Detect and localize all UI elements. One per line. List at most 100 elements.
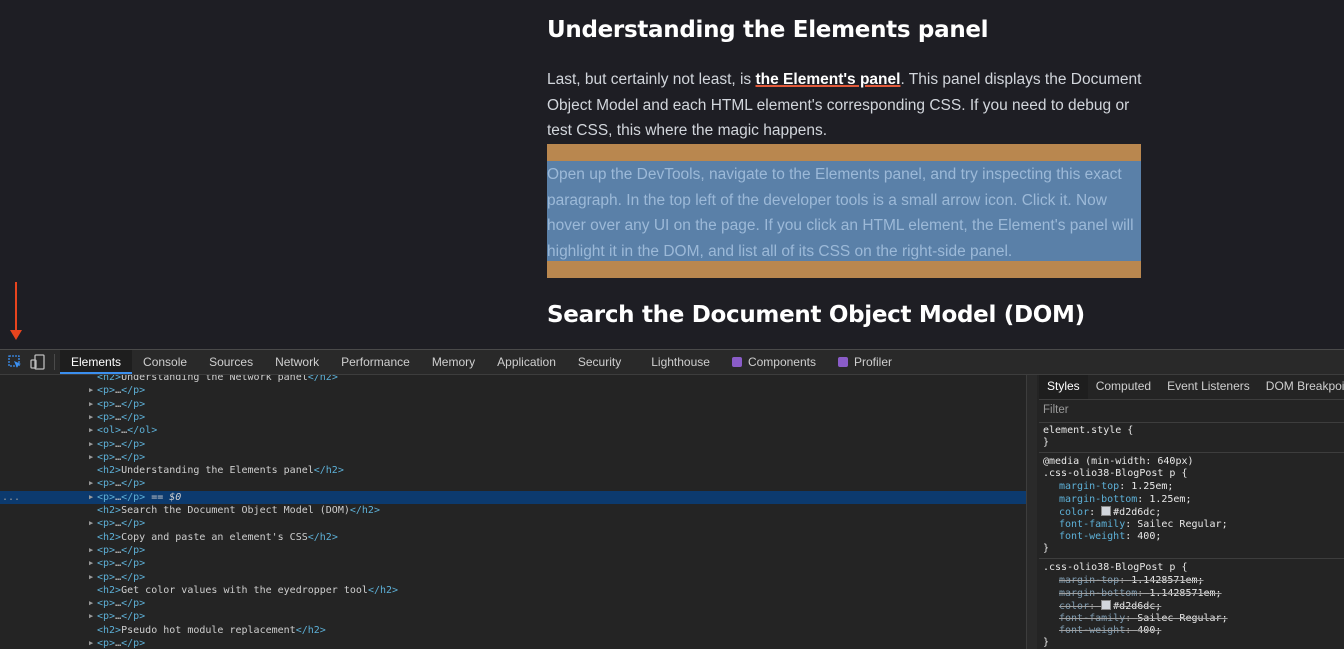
css-declaration[interactable]: font-weight: 400; <box>1043 625 1161 638</box>
dom-node-row[interactable]: ▶ <p>…</p> <box>0 411 1026 424</box>
selected-marker: $0 <box>169 491 182 503</box>
expand-triangle-icon[interactable]: ▶ <box>89 571 93 584</box>
dom-node-row[interactable]: ▶ <p>…</p> <box>0 637 1026 649</box>
dom-node-row[interactable]: ▶ <p>…</p> <box>0 597 1026 610</box>
css-declaration[interactable]: font-family: Sailec Regular; <box>1043 613 1228 626</box>
tab-computed[interactable]: Computed <box>1088 375 1159 399</box>
expand-triangle-icon[interactable]: ▶ <box>89 398 93 411</box>
tab-memory[interactable]: Memory <box>421 350 486 374</box>
device-toolbar-icon[interactable] <box>29 353 47 371</box>
dom-node-row[interactable]: ▶ <p>…</p> <box>0 477 1026 490</box>
tab-application[interactable]: Application <box>486 350 567 374</box>
css-declaration[interactable]: margin-bottom: 1.25em; <box>1043 494 1191 507</box>
tab-network[interactable]: Network <box>264 350 330 374</box>
tab-console[interactable]: Console <box>132 350 198 374</box>
close-tag: </h2> <box>349 505 380 516</box>
css-declaration[interactable]: margin-bottom: 1.1428571em; <box>1043 588 1222 601</box>
css-declaration[interactable]: color: #d2d6dc; <box>1043 600 1161 614</box>
expand-triangle-icon[interactable]: ▶ <box>89 597 93 610</box>
open-tag: <h2> <box>97 465 122 477</box>
tab-security[interactable]: Security <box>567 350 632 374</box>
dom-node-code: <h2>Understanding the Elements panel</h2… <box>97 464 344 477</box>
css-value: Sailec Regular; <box>1137 612 1228 624</box>
paragraph-intro: Last, but certainly not least, is the El… <box>547 67 1143 144</box>
dom-node-code: <p>…</p> <box>97 477 145 490</box>
css-value: 1.1428571em; <box>1131 575 1204 586</box>
tab-styles[interactable]: Styles <box>1039 375 1088 399</box>
expand-triangle-icon[interactable]: ▶ <box>89 451 93 464</box>
tab-elements[interactable]: Elements <box>60 350 133 374</box>
css-declaration[interactable]: font-family: Sailec Regular; <box>1043 519 1228 532</box>
annotation-arrow-head <box>10 330 22 340</box>
dom-node-row[interactable]: <h2>Understanding the Elements panel</h2… <box>0 464 1026 477</box>
divider <box>1039 422 1344 423</box>
pane-resizer[interactable] <box>1027 375 1037 649</box>
tab-profiler[interactable]: Profiler <box>827 350 903 374</box>
css-value: 1.25em; <box>1149 493 1192 505</box>
css-declaration[interactable]: color: #d2d6dc; <box>1043 506 1161 520</box>
dom-node-row[interactable]: ▶ <p>…</p> <box>0 571 1026 584</box>
styles-pane: Styles Computed Event Listeners DOM Brea… <box>1027 375 1344 649</box>
close-tag: </h2> <box>307 375 338 383</box>
css-declaration[interactable]: margin-top: 1.1428571em; <box>1043 575 1204 588</box>
dom-node-code: <p>…</p> == $0 <box>97 491 181 504</box>
css-property: color <box>1059 601 1090 612</box>
tab-dom-breakpoints[interactable]: DOM Breakpoints <box>1258 375 1344 399</box>
paragraph-inspected[interactable]: Open up the DevTools, navigate to the El… <box>547 162 1143 264</box>
tab-sources[interactable]: Sources <box>198 350 264 374</box>
expand-triangle-icon[interactable]: ▶ <box>89 411 93 424</box>
dom-node-row[interactable]: <h2>Pseudo hot module replacement</h2> <box>0 624 1026 637</box>
open-tag: <p> <box>97 558 116 570</box>
dom-node-code: <p>…</p> <box>97 637 145 649</box>
node-actions-icon[interactable]: ... <box>2 491 20 504</box>
dom-node-row[interactable]: <h2>Understanding the Network panel</h2> <box>0 375 1026 384</box>
expand-triangle-icon[interactable]: ▶ <box>89 477 93 490</box>
expand-triangle-icon[interactable]: ▶ <box>89 491 93 504</box>
tab-lighthouse[interactable]: Lighthouse <box>640 350 721 374</box>
dom-node-row[interactable]: ▶ <p>…</p> <box>0 610 1026 623</box>
expand-triangle-icon[interactable]: ▶ <box>89 384 93 397</box>
rule1-selector[interactable]: .css-olio38-BlogPost p { <box>1043 468 1188 481</box>
styles-filter-input[interactable]: Filter <box>1043 404 1069 416</box>
expand-triangle-icon[interactable]: ▶ <box>89 424 93 437</box>
expand-triangle-icon[interactable]: ▶ <box>89 544 93 557</box>
dom-node-row[interactable]: ▶ <p>…</p> <box>0 557 1026 570</box>
css-declaration[interactable]: margin-top: 1.25em; <box>1043 481 1173 494</box>
expand-triangle-icon[interactable]: ▶ <box>89 557 93 570</box>
dom-node-row[interactable]: ▶ <ol>…</ol> <box>0 424 1026 437</box>
element-style-open[interactable]: element.style { <box>1043 425 1133 438</box>
dom-node-code: <p>…</p> <box>97 557 145 570</box>
dom-node-row[interactable]: ▶ <p>…</p> <box>0 451 1026 464</box>
tab-components[interactable]: Components <box>721 350 827 374</box>
expand-triangle-icon[interactable]: ▶ <box>89 610 93 623</box>
css-colon: : <box>1137 587 1150 599</box>
styles-tabs: Styles Computed Event Listeners DOM Brea… <box>1039 375 1344 400</box>
dom-node-row[interactable]: ▶ <p>…</p> <box>0 384 1026 397</box>
elements-panel-link[interactable]: the Element's panel <box>756 71 901 88</box>
color-swatch-icon[interactable] <box>1101 600 1112 610</box>
node-text: Search the Document Object Model (DOM) <box>121 505 350 516</box>
color-swatch-icon[interactable] <box>1101 506 1112 516</box>
dom-node-row[interactable]: ▶ <p>…</p> <box>0 517 1026 530</box>
dom-node-row[interactable]: ... ▶ <p>…</p> == $0 <box>0 490 1026 504</box>
dom-node-row[interactable]: <h2>Get color values with the eyedropper… <box>0 584 1026 597</box>
tab-performance[interactable]: Performance <box>330 350 421 374</box>
expand-triangle-icon[interactable]: ▶ <box>89 637 93 649</box>
tab-event-listeners[interactable]: Event Listeners <box>1159 375 1258 399</box>
rule2-selector[interactable]: .css-olio38-BlogPost p { <box>1043 562 1188 575</box>
open-tag: <p> <box>97 611 116 623</box>
css-colon: : <box>1125 518 1138 530</box>
dom-node-row[interactable]: ▶ <p>…</p> <box>0 438 1026 451</box>
devtools-tabs: Elements Console Sources Network Perform… <box>60 350 903 374</box>
dom-node-row[interactable]: <h2>Search the Document Object Model (DO… <box>0 504 1026 517</box>
css-colon: : <box>1089 601 1102 612</box>
dom-node-row[interactable]: ▶ <p>…</p> <box>0 544 1026 557</box>
open-tag: <p> <box>97 518 116 530</box>
dom-node-code: <p>…</p> <box>97 597 145 610</box>
dom-node-row[interactable]: <h2>Copy and paste an element's CSS</h2> <box>0 531 1026 544</box>
css-declaration[interactable]: font-weight: 400; <box>1043 531 1161 544</box>
expand-triangle-icon[interactable]: ▶ <box>89 517 93 530</box>
inspect-element-icon[interactable] <box>6 353 24 371</box>
dom-node-row[interactable]: ▶ <p>…</p> <box>0 398 1026 411</box>
expand-triangle-icon[interactable]: ▶ <box>89 438 93 451</box>
